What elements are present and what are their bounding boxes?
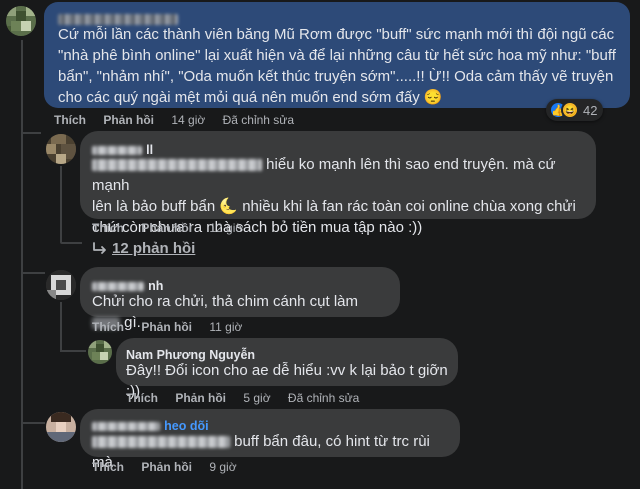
reply-button[interactable]: Phản hồi [141, 460, 192, 474]
timestamp[interactable]: 5 giờ [243, 391, 270, 405]
reaction-summary[interactable]: 👍 😆 42 [546, 99, 604, 121]
avatar[interactable] [46, 134, 76, 164]
comment-text: Chửi cho ra chửi, thả chim cánh cụt làm [92, 293, 359, 310]
like-button[interactable]: Thích [92, 460, 124, 474]
tagged-name-blurred[interactable] [92, 159, 262, 172]
view-replies-link[interactable]: 12 phản hồi [92, 240, 195, 257]
timestamp[interactable]: 14 giờ [171, 113, 205, 127]
replies-count[interactable]: 12 phản hồi [112, 240, 195, 257]
like-button[interactable]: Thích [54, 113, 86, 127]
like-button[interactable]: Thích [92, 221, 124, 235]
reply-button[interactable]: Phản hồi [175, 391, 226, 405]
reply-button[interactable]: Phản hồi [103, 113, 154, 127]
avatar-image [46, 134, 76, 164]
comment-actions-2: Thích Phản hồi 12 giờ [92, 221, 257, 235]
comment-author[interactable] [58, 8, 616, 25]
comment-author[interactable]: nh [92, 275, 388, 293]
timestamp[interactable]: 11 giờ [209, 320, 242, 334]
author-name-blurred [92, 421, 160, 431]
comment-text-line2: lên là bảo buff bẩn [92, 198, 216, 215]
author-name-blurred [58, 13, 178, 25]
comment-bubble-5: heo dõi buff bẩn đâu, có hint từ trc rùi… [80, 409, 460, 471]
tagged-name-blurred[interactable] [92, 436, 230, 449]
comment-author[interactable]: Nam Phương Nguyễn [126, 344, 448, 362]
comment-actions-4: Thích Phản hồi 5 giờ Đã chỉnh sửa [126, 391, 373, 405]
like-button[interactable]: Thích [126, 391, 158, 405]
avatar-image [88, 340, 112, 364]
comment-text: Cứ mỗi lần các thành viên băng Mũ Rơm đư… [58, 26, 616, 106]
avatar-image [46, 412, 76, 442]
comment-actions-1: Thích Phản hồi 14 giờ Đã chỉnh sửa [54, 113, 308, 127]
reply-button[interactable]: Phản hồi [141, 320, 192, 334]
avatar[interactable] [46, 412, 76, 442]
thread-connector [60, 242, 82, 244]
comment-bubble-2: ll hiểu ko mạnh lên thì sao end truyện. … [80, 131, 596, 236]
author-name-blurred [92, 145, 142, 155]
pensive-emoji-icon: 😔 [423, 89, 443, 106]
comment-author[interactable]: heo dõi [92, 415, 448, 433]
timestamp[interactable]: 9 giờ [209, 460, 236, 474]
edited-label: Đã chỉnh sửa [287, 391, 360, 405]
like-button[interactable]: Thích [92, 320, 124, 334]
avatar[interactable] [6, 6, 36, 36]
comment-bubble-1: Cứ mỗi lần các thành viên băng Mũ Rơm đư… [44, 2, 630, 108]
avatar-image [6, 6, 36, 36]
avatar-image [46, 270, 76, 300]
timestamp[interactable]: 12 giờ [209, 221, 243, 235]
reply-arrow-icon [93, 241, 106, 254]
thread-connector [21, 272, 45, 274]
comment-actions-3: Thích Phản hồi 11 giờ [92, 320, 256, 334]
thread-connector [60, 350, 86, 352]
avatar[interactable] [46, 270, 76, 300]
comment-body-1: Cứ mỗi lần các thành viên băng Mũ Rơm đư… [58, 24, 616, 108]
avatar[interactable] [88, 340, 112, 364]
moon-emoji-icon: 🌜 [219, 198, 239, 215]
author-name-blurred [92, 281, 144, 291]
haha-icon: 😆 [561, 101, 579, 119]
reply-button[interactable]: Phản hồi [141, 221, 192, 235]
thread-line [60, 302, 62, 350]
reply-bubble: Nam Phương Nguyễn Đây!! Đổi icon cho ae … [116, 338, 458, 400]
comment-actions-5: Thích Phản hồi 9 giờ [92, 460, 251, 474]
thread-line [60, 166, 62, 242]
thread-connector [21, 422, 45, 424]
thread-connector [21, 132, 41, 134]
comment-bubble-3: nh Chửi cho ra chửi, thả chim cánh cụt l… [80, 267, 400, 331]
reaction-count: 42 [583, 102, 598, 118]
edited-label: Đã chỉnh sửa [222, 113, 294, 127]
